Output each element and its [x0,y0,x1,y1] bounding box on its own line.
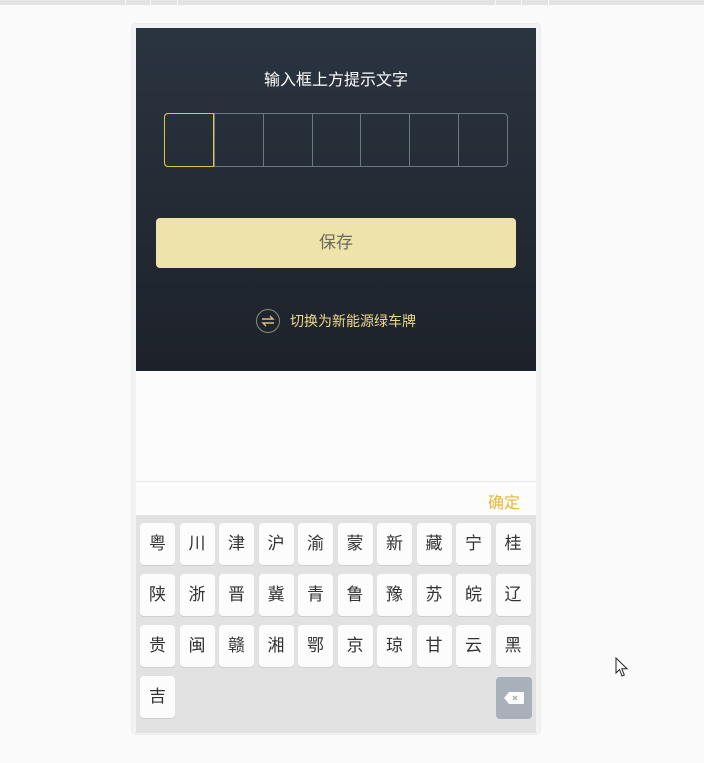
plate-cell[interactable] [164,113,214,167]
keyboard-key[interactable]: 晋 [219,574,254,616]
keyboard-key[interactable]: 川 [179,523,215,565]
keyboard-key[interactable]: 冀 [258,574,294,616]
keyboard-key[interactable]: 湘 [258,625,294,667]
top-bar-divider [495,0,496,5]
plate-input[interactable] [164,113,508,167]
confirm-button[interactable]: 确定 [488,489,520,513]
keyboard-key[interactable]: 津 [219,523,254,565]
keyboard-key[interactable]: 黑 [495,625,531,667]
keyboard-key[interactable]: 新 [377,523,412,565]
keyboard-key[interactable]: 琼 [377,625,412,667]
switch-plate-type[interactable]: 切换为新能源绿车牌 [136,308,536,334]
top-bar-divider [125,0,126,5]
keyboard-key[interactable]: 陕 [140,574,175,616]
delete-key[interactable] [496,677,532,719]
top-bar-divider [150,0,151,5]
keyboard-key[interactable]: 蒙 [337,523,373,565]
plate-input-panel: 输入框上方提示文字 保存 切换为新能源绿车牌 [136,28,536,371]
keyboard-key[interactable]: 辽 [495,574,531,616]
mouse-pointer-icon [615,657,629,677]
top-bar-divider [177,0,178,5]
keyboard-key[interactable]: 闽 [179,625,215,667]
keyboard-key[interactable]: 藏 [416,523,452,565]
keyboard-key[interactable]: 沪 [258,523,294,565]
keyboard-key[interactable]: 宁 [456,523,491,565]
province-keyboard: 粤川津沪渝蒙新藏宁桂陕浙晋冀青鲁豫苏皖辽贵闽赣湘鄂京琼甘云黑吉 [136,515,536,733]
keyboard-key[interactable]: 云 [456,625,491,667]
keyboard-key[interactable]: 豫 [377,574,412,616]
swap-arrows-icon[interactable] [256,309,280,333]
keyboard-key[interactable]: 甘 [416,625,452,667]
plate-cell[interactable] [458,114,507,166]
keyboard-key[interactable]: 浙 [179,574,215,616]
keyboard-key[interactable]: 吉 [140,676,175,718]
backspace-icon [504,692,524,704]
top-bar-divider [548,0,549,5]
keyboard-key[interactable]: 赣 [219,625,254,667]
plate-cell[interactable] [262,114,312,166]
keyboard-key[interactable]: 桂 [495,523,531,565]
keyboard-toolbar: 确定 [136,481,536,516]
plate-cell[interactable] [409,114,458,166]
save-button[interactable]: 保存 [156,218,516,268]
top-bar [0,0,704,5]
keyboard-key[interactable]: 京 [337,625,373,667]
input-prompt: 输入框上方提示文字 [263,70,408,89]
phone-frame: 输入框上方提示文字 保存 切换为新能源绿车牌 确定 粤 川 津 沪 渝 蒙 新 … [132,24,540,734]
plate-cell[interactable] [213,114,263,166]
spacer [136,371,536,481]
keyboard-key[interactable]: 苏 [416,574,452,616]
keyboard-key[interactable]: 青 [298,574,333,616]
keyboard-key[interactable]: 鄂 [298,625,333,667]
top-bar-divider [521,0,522,5]
keyboard-key[interactable]: 皖 [456,574,491,616]
keyboard-key[interactable]: 鲁 [337,574,373,616]
switch-label[interactable]: 切换为新能源绿车牌 [290,311,416,331]
keyboard-key[interactable]: 渝 [298,523,333,565]
keyboard-key[interactable]: 贵 [140,625,175,667]
keyboard-key[interactable]: 粤 [140,523,175,565]
plate-cell[interactable] [360,114,409,166]
plate-cell[interactable] [311,114,361,166]
